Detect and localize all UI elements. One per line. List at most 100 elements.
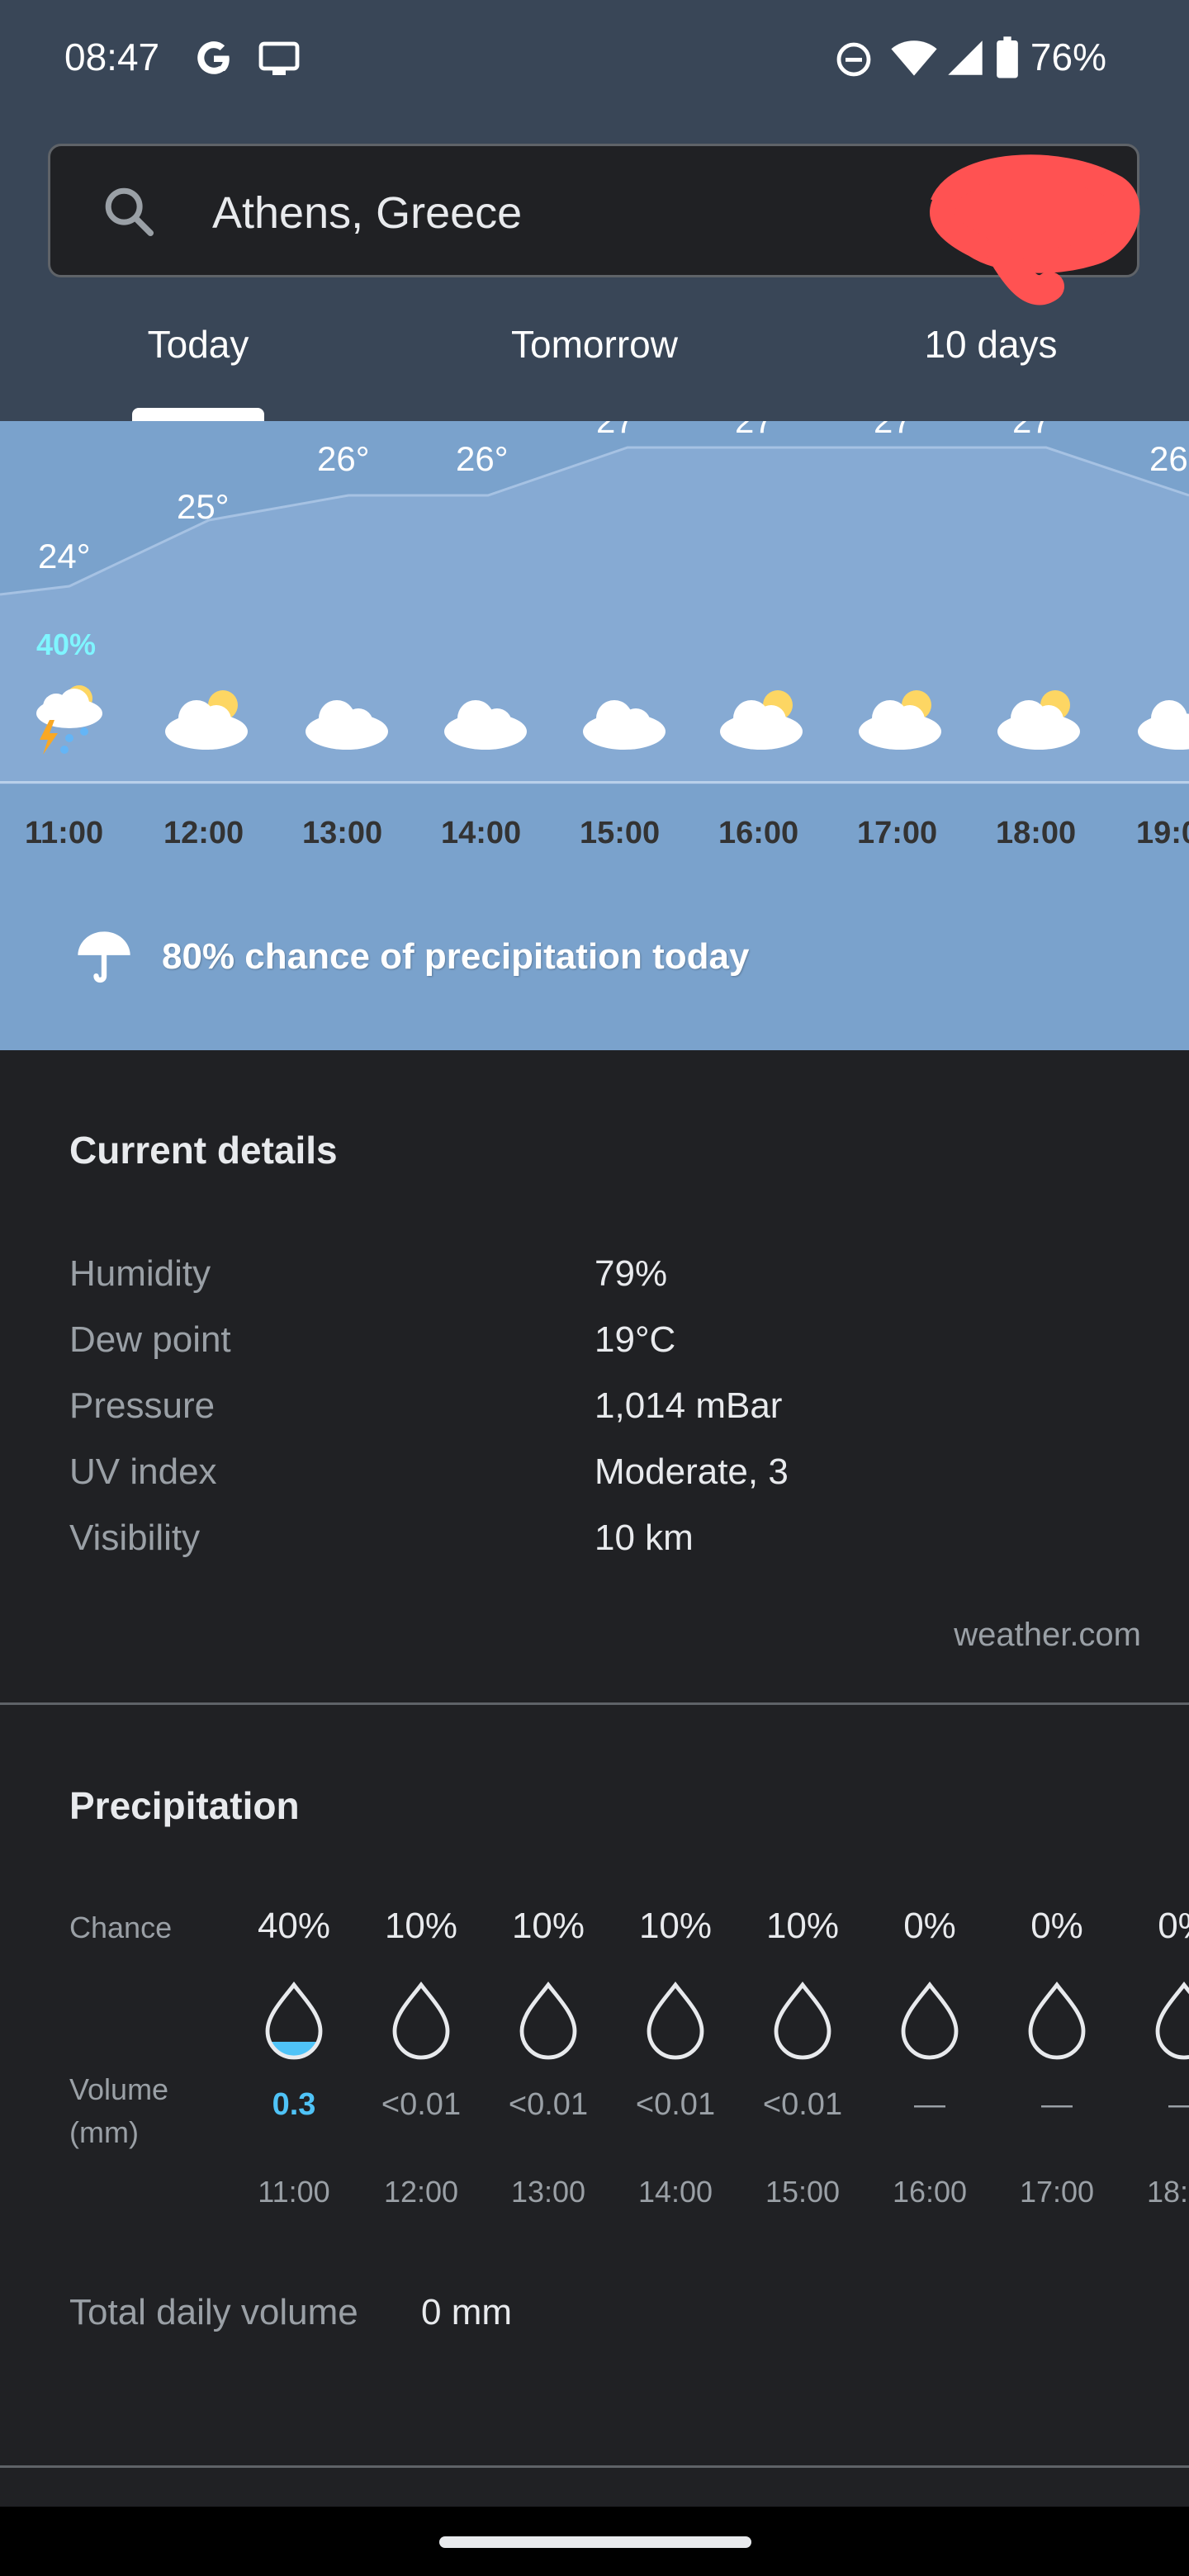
precip-time: 13:00 [510,2175,586,2209]
cloudy-icon [443,694,530,755]
hour-label: 17:00 [857,816,938,850]
hour-temp: 27° [735,421,788,441]
precip-column: 0% — 16:00 [872,1899,988,2229]
raindrop-icon [392,1982,450,2060]
chance-row-label: Chance [69,1911,173,1944]
search-icon [100,182,158,244]
precip-volume: 0.3 [272,2087,316,2122]
partly-cloudy-icon [859,685,946,755]
precip-chance: 10% [511,1906,585,1946]
hourly-forecast[interactable]: 24° 25° 26° 26° 27° 27° 27° 27° 26° 40% [0,421,1189,1050]
app-header: 08:47 76% Athens, Greece Today Tomorrow … [0,0,1189,421]
current-details-title: Current details [69,1129,338,1172]
precip-chance: 0% [1030,1906,1083,1946]
raindrop-icon [901,1982,959,2060]
redacted-avatar-scribble[interactable] [926,154,1140,315]
precip-volume: — [914,2087,945,2122]
total-volume-value: 0 mm [421,2292,512,2332]
precipitation-summary: 80% chance of precipitation today [162,936,750,977]
hour-temp: 26° [456,439,509,478]
detail-label: UV index [69,1451,217,1492]
hour-temp: 26° [1149,439,1189,478]
precip-time: 16:00 [892,2175,968,2209]
hour-temp: 27° [874,421,926,441]
precip-column: 10% <0.01 12:00 [363,1899,479,2229]
wifi-icon [890,38,938,82]
battery-icon [996,36,1019,83]
thunderstorm-icon [28,674,111,760]
system-nav-bar [0,2507,1189,2576]
precip-chance: 10% [638,1906,713,1946]
raindrop-icon [774,1982,831,2060]
hour-label: 19:00 [1136,816,1189,850]
precip-volume: — [1126,2087,1189,2123]
precip-chance: 0% [903,1906,956,1946]
raindrop-icon [1155,1982,1189,2060]
precipitation-title: Precipitation [69,1784,300,1827]
cloudy-icon [304,694,391,755]
hour-label: 11:00 [25,816,104,850]
detail-value: 10 km [594,1518,694,1558]
precipitation-columns[interactable]: 40% 0.3 11:00 10% <0.01 12:00 10% <0.01 13:00 10%… [236,1899,1189,2229]
precip-column: 40% 0.3 11:00 [236,1899,352,2229]
precip-chance: 40% [257,1906,331,1946]
detail-label: Pressure [69,1385,216,1426]
hour-temp: 27° [596,421,649,441]
precip-time: 12:00 [383,2175,459,2209]
precip-column: 10% <0.01 14:00 [618,1899,733,2229]
precip-volume: — [1041,2087,1073,2122]
tab-tomorrow[interactable]: Tomorrow [429,322,760,367]
section-divider [0,2465,1189,2468]
hour-label: 18:00 [996,816,1077,850]
precip-volume: <0.01 [508,2087,589,2122]
hour-label: 16:00 [718,816,799,850]
detail-value: 79% [594,1253,668,1294]
volume-row-label: Volume [69,2072,169,2106]
umbrella-icon [73,926,135,993]
battery-percent: 76% [1030,36,1106,78]
hour-label: 14:00 [441,816,522,850]
tab-today[interactable]: Today [33,322,363,367]
precip-chance: 10% [384,1906,458,1946]
search-input[interactable]: Athens, Greece [212,187,522,239]
cloudy-icon [581,694,669,755]
precip-time: 15:00 [765,2175,841,2209]
detail-label: Visibility [69,1518,201,1558]
hour-temp: 27° [1012,421,1065,441]
partly-cloudy-icon [997,685,1085,755]
home-gesture-handle[interactable] [439,2536,751,2548]
raindrop-icon [265,1982,323,2060]
raindrop-icon [519,1982,577,2060]
rain-chance-label: 40% [36,627,97,661]
status-time: 08:47 [64,36,160,78]
search-bar[interactable]: Athens, Greece [48,144,1140,305]
active-tab-indicator [132,408,264,421]
precip-column: 10% <0.01 15:00 [745,1899,860,2229]
google-icon [193,38,234,83]
do-not-disturb-icon [834,40,874,83]
detail-value: 19°C [594,1319,676,1360]
precip-chance: 10% [765,1906,840,1946]
precip-time: 17:00 [1019,2175,1095,2209]
precip-time: 18:00 [1146,2175,1189,2209]
detail-value: Moderate, 3 [594,1451,789,1492]
partly-cloudy-icon [720,685,808,755]
data-source-link[interactable]: weather.com [954,1617,1141,1654]
cell-signal-icon [946,38,984,82]
precip-volume: <0.01 [381,2087,462,2122]
hour-label: 15:00 [580,816,661,850]
hour-label: 13:00 [302,816,383,850]
precip-volume: <0.01 [762,2087,843,2122]
detail-label: Humidity [69,1253,211,1294]
precip-column: 0% — 17:00 [999,1899,1115,2229]
precip-chance: 0% [1158,1906,1189,1946]
precip-time: 14:00 [637,2175,713,2209]
raindrop-icon [647,1982,704,2060]
cloudy-icon [1136,694,1189,755]
partly-cloudy-icon [165,685,253,755]
tab-10-days[interactable]: 10 days [826,322,1156,367]
precip-volume: <0.01 [635,2087,716,2122]
hour-temp: 26° [317,439,370,478]
raindrop-icon [1028,1982,1086,2060]
total-volume-label: Total daily volume [69,2292,358,2332]
